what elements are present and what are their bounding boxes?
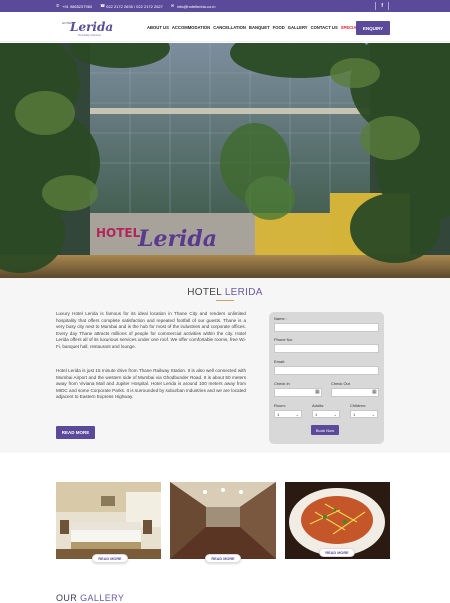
banquet-card-image[interactable]	[170, 482, 276, 559]
about-title-lerida: LERIDA	[224, 287, 263, 298]
room-label: Room:	[274, 403, 286, 408]
children-select[interactable]: 1 ⌄	[350, 410, 378, 418]
phone-icon: ✆	[56, 3, 60, 8]
nav-item-cancellation[interactable]: CANCELLATION	[213, 25, 246, 30]
divider	[375, 2, 377, 10]
room-select[interactable]: 1 ⌄	[274, 410, 302, 418]
telephone-icon: ☎	[100, 3, 106, 8]
email-label: Email:	[274, 359, 286, 364]
svg-text:HOTEL: HOTEL	[96, 226, 141, 240]
booking-form: Name : Phone No: Email: Check In ▦ Check…	[269, 312, 384, 444]
children-value: 1	[353, 411, 356, 417]
about-title-hotel: HOTEL	[187, 287, 222, 298]
gallery-title-gallery: GALLERY	[80, 593, 125, 603]
about-paragraph-1: Luxury Hotel Lerida is famous for its id…	[56, 311, 246, 349]
chevron-down-icon: ⌄	[371, 412, 375, 417]
logo-tagline: Hospitality Unlimited	[78, 34, 101, 37]
about-title: HOTEL LERIDA	[0, 287, 450, 298]
nav-item-gallery[interactable]: GALLERY	[288, 25, 308, 30]
hotel-logo[interactable]: HOTEL Lerida Hospitality Unlimited	[62, 18, 113, 40]
phone-label: Phone No:	[274, 337, 293, 342]
calendar-icon[interactable]: ▦	[315, 390, 320, 395]
card-read-more-button[interactable]: READ MORE	[92, 554, 128, 563]
divider	[388, 2, 389, 10]
logo-brand-text: Lerida	[70, 20, 114, 34]
corridor-photo	[170, 482, 276, 559]
main-navigation: HOTEL Lerida Hospitality Unlimited ABOUT…	[0, 12, 450, 42]
adults-value: 1	[315, 411, 318, 417]
gallery-title-our: OUR	[56, 593, 78, 603]
accommodation-card-image[interactable]	[56, 482, 161, 559]
checkin-label: Check In	[274, 381, 290, 386]
book-now-button[interactable]: Book Now	[311, 425, 339, 435]
name-label: Name :	[274, 316, 287, 321]
top-contact-bar: ✆ +91 9865237960 ☎ 022 2172 2636 / 022 2…	[0, 0, 450, 12]
feature-cards-section: READ MORE READ MORE READ MORE	[0, 453, 450, 600]
enquiry-button[interactable]: ENQUIRY	[356, 21, 390, 35]
children-label: Children:	[350, 403, 367, 408]
checkin-input[interactable]: ▦	[274, 388, 322, 397]
room-value: 1	[277, 411, 280, 417]
email-address: info@hotellerida.co.in	[176, 3, 216, 9]
hero-image: HOTEL Lerida	[0, 43, 450, 278]
adults-label: Adults:	[312, 403, 325, 408]
card-read-more-button[interactable]: READ MORE	[319, 548, 355, 557]
email-input[interactable]	[274, 366, 379, 375]
calendar-icon[interactable]: ▦	[372, 390, 377, 395]
gallery-title: OUR GALLERY	[56, 593, 124, 603]
phone-number: +91 9865237960	[62, 3, 93, 9]
nav-item-accommodation[interactable]: ACCOMMODATION	[172, 25, 210, 30]
checkout-label: Check Out	[331, 381, 350, 386]
landline-number: 022 2172 2636 / 022 2172 2627	[106, 3, 163, 9]
name-input[interactable]	[274, 323, 379, 332]
phone-input[interactable]	[274, 344, 379, 353]
about-paragraph-2: Hotel Lerida is just 15 minute drive fro…	[56, 368, 246, 400]
facebook-link[interactable]: f	[370, 0, 394, 12]
nav-item-about-us[interactable]: ABOUT US	[147, 25, 169, 30]
nav-item-food[interactable]: FOOD	[273, 25, 285, 30]
checkout-input[interactable]: ▦	[331, 388, 379, 397]
facebook-icon: f	[381, 3, 383, 9]
phone-contact[interactable]: ✆ +91 9865237960	[56, 4, 92, 9]
email-icon: ✉	[170, 3, 175, 8]
card-read-more-button[interactable]: READ MORE	[205, 554, 241, 563]
email-contact[interactable]: ✉ info@hotellerida.co.in	[171, 4, 216, 9]
chevron-down-icon: ⌄	[333, 412, 337, 417]
about-read-more-button[interactable]: READ MORE	[56, 426, 95, 439]
nav-item-contact-us[interactable]: CONTACT US	[311, 25, 338, 30]
svg-text:Lerida: Lerida	[137, 226, 217, 252]
title-underline	[216, 300, 234, 301]
room-photo	[56, 482, 161, 559]
adults-select[interactable]: 1 ⌄	[312, 410, 340, 418]
chevron-down-icon: ⌄	[295, 412, 299, 417]
hotel-facade-photo: HOTEL Lerida	[0, 43, 450, 278]
nav-menu: ABOUT US ACCOMMODATION CANCELLATION BANQ…	[147, 25, 377, 30]
landline-contact[interactable]: ☎ 022 2172 2636 / 022 2172 2627	[100, 4, 163, 9]
nav-item-banquet[interactable]: BANQUET	[249, 25, 270, 30]
